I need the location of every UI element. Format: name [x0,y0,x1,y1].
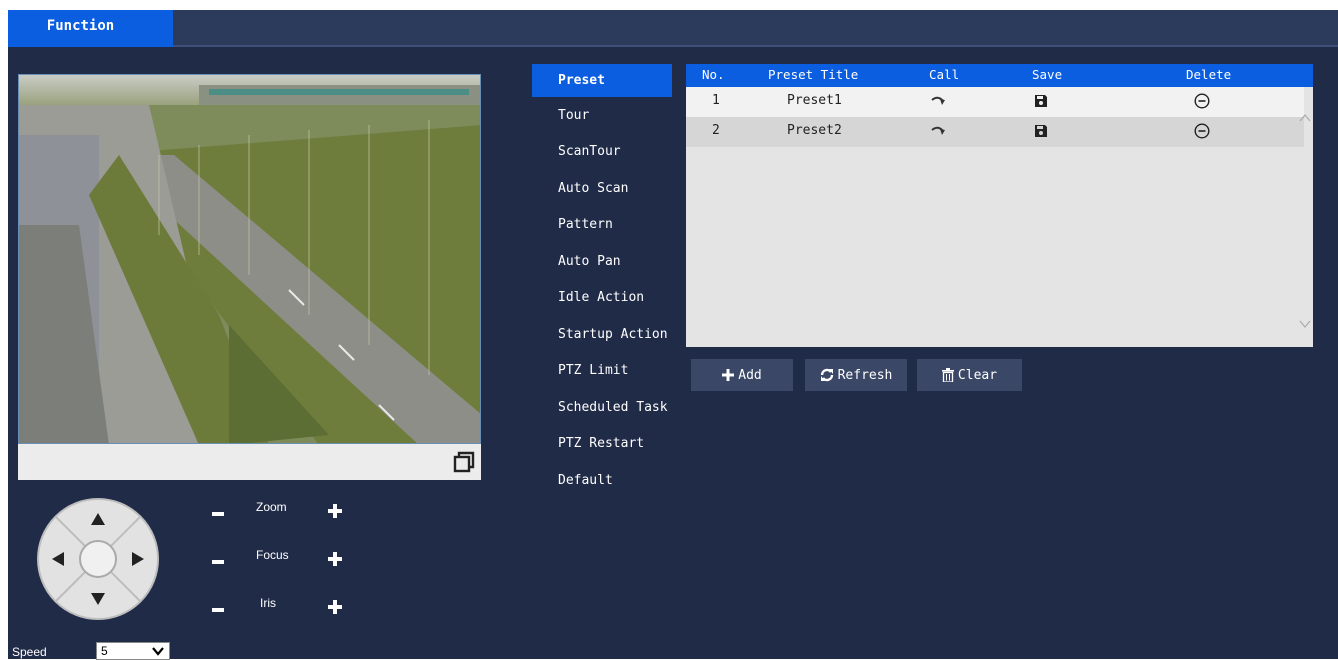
column-header-call: Call [929,67,960,82]
focus-plus-icon[interactable] [328,552,342,566]
menu-item-tour[interactable]: Tour [532,97,672,134]
menu-item-startup-action[interactable]: Startup Action [532,316,672,353]
chevron-down-icon [152,647,164,656]
menu-item-auto-scan[interactable]: Auto Scan [532,170,672,207]
menu-item-preset[interactable]: Preset [532,64,672,97]
iris-control: Iris [212,596,352,620]
column-header-no: No. [702,67,725,82]
iris-minus-icon[interactable] [212,608,224,612]
delete-preset-icon[interactable] [1194,93,1210,109]
add-button-label: Add [738,367,762,383]
menu-item-label: Tour [558,107,590,123]
column-header-preset-title: Preset Title [768,67,859,82]
scroll-up-icon[interactable] [1299,113,1311,123]
zoom-label: Zoom [256,500,287,514]
preset-number: 1 [712,93,720,108]
save-preset-icon[interactable] [1034,124,1048,138]
page: Function Zoom Focus Iris Speed 5 Preset … [0,0,1338,660]
menu-item-auto-pan[interactable]: Auto Pan [532,243,672,280]
table-header: No. Preset Title Call Save Delete [686,64,1313,87]
call-preset-icon[interactable] [931,126,945,136]
speed-select[interactable]: 5 [96,642,170,660]
menu-item-scheduled-task[interactable]: Scheduled Task [532,389,672,426]
add-button[interactable]: Add [691,359,793,391]
ptz-direction-pad[interactable] [36,497,160,621]
delete-preset-icon[interactable] [1194,123,1210,139]
menu-item-label: Scheduled Task [558,399,668,415]
refresh-icon [820,368,833,382]
menu-item-label: Pattern [558,217,613,233]
menu-item-label: Auto Scan [558,180,629,196]
call-preset-icon[interactable] [931,96,945,106]
menu-item-label: PTZ Restart [558,436,645,452]
trash-icon [941,368,954,382]
menu-item-ptz-limit[interactable]: PTZ Limit [532,353,672,390]
menu-item-label: Default [558,472,613,488]
preset-title: Preset1 [787,93,842,108]
focus-label: Focus [256,548,289,562]
clear-button[interactable]: Clear [917,359,1022,391]
menu-item-scantour[interactable]: ScanTour [532,134,672,171]
save-preset-icon[interactable] [1034,94,1048,108]
scroll-down-icon[interactable] [1299,319,1311,329]
video-preview[interactable] [18,74,481,444]
plus-icon [722,369,735,381]
speed-label: Speed [12,645,47,659]
video-toolbar [18,444,481,480]
menu-item-label: Preset [558,73,605,88]
preset-title: Preset2 [787,123,842,138]
clear-button-label: Clear [957,367,998,383]
refresh-button-label: Refresh [837,367,893,383]
column-header-delete: Delete [1186,67,1232,82]
menu-item-label: Startup Action [558,326,668,342]
menu-item-label: PTZ Limit [558,363,629,379]
speed-value: 5 [101,644,108,658]
zoom-in-icon[interactable] [328,504,342,518]
function-menu: Preset Tour ScanTour Auto Scan Pattern A… [532,64,672,499]
table-row[interactable]: 2 Preset2 [686,117,1304,147]
menu-item-default[interactable]: Default [532,462,672,499]
top-bar: Function [8,10,1338,47]
menu-item-idle-action[interactable]: Idle Action [532,280,672,317]
focus-control: Focus [212,548,352,572]
column-header-save: Save [1032,67,1063,82]
menu-item-label: Auto Pan [558,253,621,269]
camera-image [19,75,480,443]
refresh-button[interactable]: Refresh [805,359,907,391]
zoom-control: Zoom [212,500,352,524]
table-row[interactable]: 1 Preset1 [686,87,1304,117]
menu-item-label: Idle Action [558,290,645,306]
preset-number: 2 [712,123,720,138]
preset-table: No. Preset Title Call Save Delete 1 Pres… [686,64,1313,347]
app-frame: Function Zoom Focus Iris Speed 5 Preset … [8,10,1338,660]
tab-function-label: Function [46,18,115,34]
iris-plus-icon[interactable] [328,600,342,614]
menu-item-pattern[interactable]: Pattern [532,207,672,244]
iris-label: Iris [260,596,276,610]
focus-minus-icon[interactable] [212,560,224,564]
tab-function[interactable]: Function [8,10,173,47]
restore-window-icon[interactable] [453,451,475,473]
menu-item-ptz-restart[interactable]: PTZ Restart [532,426,672,463]
menu-item-label: ScanTour [558,144,621,160]
zoom-out-icon[interactable] [212,512,224,516]
